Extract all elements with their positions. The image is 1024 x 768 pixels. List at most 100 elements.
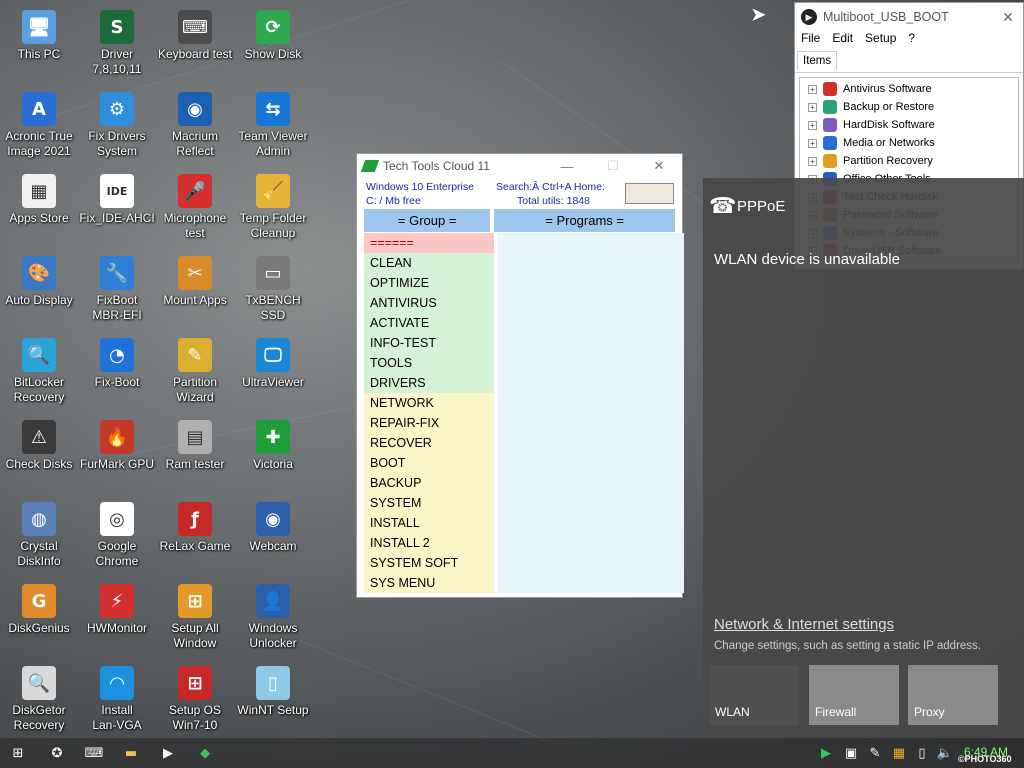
pppoe-connection[interactable]: ☎ PPPoE [709, 194, 785, 219]
group-item[interactable]: BACKUP [364, 473, 494, 493]
programs-header[interactable]: = Programs = [494, 209, 675, 232]
desktop-icon[interactable]: S Driver 7,8,10,11 [78, 2, 156, 84]
grid-tray-icon[interactable]: ▦ [890, 744, 908, 762]
menu-item[interactable]: File [801, 31, 820, 51]
expand-icon[interactable]: + [808, 84, 817, 94]
desktop-icon[interactable]: 🔍 BitLocker Recovery [0, 330, 78, 412]
group-item[interactable]: REPAIR-FIX [364, 413, 494, 433]
desktop-icon[interactable]: ◎ Google Chrome [78, 494, 156, 576]
expand-icon[interactable]: + [808, 138, 817, 148]
desktop-icon[interactable]: ⟳ Show Disk [234, 2, 312, 84]
desktop-icon[interactable]: ▭ TxBENCH SSD [234, 248, 312, 330]
desktop-icon[interactable]: 🎤 Microphone test [156, 166, 234, 248]
battery-tray-icon[interactable]: ▯ [913, 744, 931, 762]
desktop-icon[interactable]: IDE Fix_IDE-AHCI [78, 166, 156, 248]
tree-item[interactable]: + Backup or Restore [800, 98, 1018, 116]
menu-item[interactable]: ? [908, 31, 915, 51]
tree-item[interactable]: + HardDisk Software [800, 116, 1018, 134]
expand-icon[interactable]: + [808, 120, 817, 130]
menu-item[interactable]: Edit [832, 31, 853, 51]
icon-label: TxBENCH SSD [245, 293, 301, 322]
desktop-icon[interactable]: ◍ Crystal DiskInfo [0, 494, 78, 576]
techtools-titlebar[interactable]: Tech Tools Cloud 11 — ☐ ✕ [357, 154, 682, 178]
group-item[interactable]: SYSTEM [364, 493, 494, 513]
menu-item[interactable]: Setup [865, 31, 896, 51]
minimize-button[interactable]: — [544, 159, 590, 174]
desktop-icon[interactable]: 👤 Windows Unlocker [234, 576, 312, 658]
close-button[interactable]: ✕ [636, 158, 682, 174]
tab-items[interactable]: Items [797, 51, 838, 70]
group-item[interactable]: BOOT [364, 453, 494, 473]
group-header[interactable]: = Group = [364, 209, 491, 232]
broom-tray-icon[interactable]: ✎ [866, 744, 884, 762]
desktop-icon[interactable]: 🖵 UltraViewer [234, 330, 312, 412]
desktop-icon[interactable]: ◠ Install Lan-VGA [78, 658, 156, 740]
techtools-taskbar-icon[interactable]: ◆ [196, 744, 214, 762]
windows-start-icon[interactable]: ⊞ [9, 744, 27, 762]
desktop-icon[interactable]: ✂ Mount Apps [156, 248, 234, 330]
search-input[interactable] [625, 183, 674, 204]
desktop-icon[interactable]: ⊞ Setup OS Win7-10 [156, 658, 234, 740]
multiboot-titlebar[interactable]: ▶ Multiboot_USB_BOOT ✕ [795, 3, 1023, 31]
tile-firewall[interactable]: Firewall [809, 665, 899, 725]
desktop-icon[interactable]: 🔧 FixBoot MBR-EFI [78, 248, 156, 330]
desktop-icon[interactable]: ◉ Webcam [234, 494, 312, 576]
group-item[interactable]: DRIVERS [364, 373, 494, 393]
group-item[interactable]: TOOLS [364, 353, 494, 373]
desktop-icon[interactable]: ⇆ Team Viewer Admin [234, 84, 312, 166]
tool-icon[interactable]: ✪ [48, 744, 66, 762]
maximize-button[interactable]: ☐ [590, 158, 636, 174]
tree-item[interactable]: + Partition Recovery [800, 152, 1018, 170]
network-tray-icon[interactable]: ▣ [842, 744, 860, 762]
desktop-icon[interactable]: ◔ Fix-Boot [78, 330, 156, 412]
desktop-icon[interactable]: ƒ ReLax Game [156, 494, 234, 576]
desktop-icon[interactable]: ▤ Ram tester [156, 412, 234, 494]
tile-wlan[interactable]: WLAN [709, 665, 799, 725]
network-settings-link[interactable]: Network & Internet settings [714, 616, 894, 633]
desktop-icon[interactable]: ◉ Macrium Reflect [156, 84, 234, 166]
desktop-icon[interactable]: ⚡ HWMonitor [78, 576, 156, 658]
group-item[interactable]: INSTALL 2 [364, 533, 494, 553]
desktop-icon[interactable]: ✎ Partition Wizard [156, 330, 234, 412]
group-item[interactable]: OPTIMIZE [364, 273, 494, 293]
group-item[interactable]: ANTIVIRUS [364, 293, 494, 313]
tile-proxy[interactable]: Proxy [908, 665, 998, 725]
desktop-icon[interactable]: 🧹 Temp Folder Cleanup [234, 166, 312, 248]
play-tray-icon[interactable]: ▶ [817, 744, 835, 762]
desktop-icon[interactable]: 🔥 FurMark GPU [78, 412, 156, 494]
group-item[interactable]: ACTIVATE [364, 313, 494, 333]
group-item[interactable]: SYS MENU [364, 573, 494, 593]
folder-icon[interactable]: ▬ [122, 744, 140, 762]
desktop-icon[interactable]: ⚙ Fix Drivers System [78, 84, 156, 166]
group-item[interactable]: NETWORK [364, 393, 494, 413]
play-icon[interactable]: ▶ [159, 744, 177, 762]
group-item[interactable]: RECOVER [364, 433, 494, 453]
group-item[interactable]: INSTALL [364, 513, 494, 533]
tree-item[interactable]: + Antivirus Software [800, 80, 1018, 98]
volume-mute-icon[interactable]: 🔈 [936, 744, 954, 762]
expand-icon[interactable]: + [808, 102, 817, 112]
desktop-icon[interactable]: ▯ WinNT Setup [234, 658, 312, 740]
group-item[interactable]: CLEAN [364, 253, 494, 273]
group-list: ====== CLEAN OPTIMIZE ANTIVIRUS ACTIVATE INFO… [364, 233, 494, 593]
keyboard-icon[interactable]: ⌨ [85, 744, 104, 762]
desktop-icon[interactable]: 🔍 DiskGetor Recovery [0, 658, 78, 740]
desktop-icon[interactable]: 🖥 This PC [0, 2, 78, 84]
group-item[interactable]: SYSTEM SOFT [364, 553, 494, 573]
group-item[interactable]: ====== [364, 233, 494, 253]
tree-item[interactable]: + Media or Networks [800, 134, 1018, 152]
programs-list[interactable] [498, 233, 684, 593]
desktop-icon[interactable]: ▦ Apps Store [0, 166, 78, 248]
desktop-icon[interactable]: ✚ Victoria [234, 412, 312, 494]
desktop-icon[interactable]: A Acronic True Image 2021 [0, 84, 78, 166]
tile-label: WLAN [715, 705, 750, 719]
icon-label: Fix-Boot [94, 375, 140, 389]
desktop-icon[interactable]: ⊞ Setup All Window [156, 576, 234, 658]
desktop-icon[interactable]: 🎨 Auto Display [0, 248, 78, 330]
group-item[interactable]: INFO-TEST [364, 333, 494, 353]
desktop-icon[interactable]: ⚠ Check Disks [0, 412, 78, 494]
close-button[interactable]: ✕ [993, 9, 1023, 26]
expand-icon[interactable]: + [808, 156, 817, 166]
desktop-icon[interactable]: ⌨ Keyboard test [156, 2, 234, 84]
desktop-icon[interactable]: G DiskGenius [0, 576, 78, 658]
